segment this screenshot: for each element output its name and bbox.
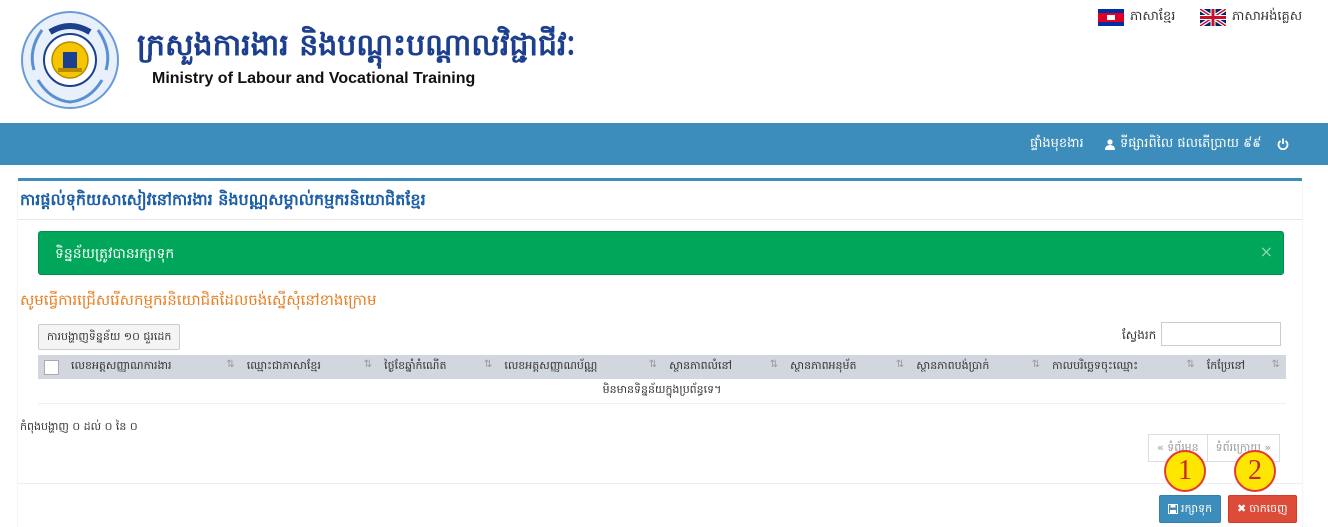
- ministry-logo: [21, 11, 119, 109]
- selection-instruction: សូមធ្វើការជ្រើសរើសកម្មករនិយោជិតដែលចង់ស្ន…: [20, 291, 377, 309]
- sort-icon: ⇅: [483, 359, 493, 370]
- save-button-label: រក្សាទុក: [1181, 502, 1213, 515]
- footer-divider: [18, 483, 1302, 484]
- cambodia-flag-icon: [1098, 9, 1124, 26]
- lang-switch-english[interactable]: ភាសាអង់គ្លេស: [1200, 8, 1302, 27]
- user-icon: [1105, 138, 1115, 150]
- column-header[interactable]: ស្ថានភាពបង់ប្រាក់ ⇅: [910, 355, 1047, 379]
- sort-icon: ⇅: [1271, 359, 1280, 370]
- employee-panel: ការផ្តល់ទុកិយសាសៀវនៅការងារ និងបណ្ណសម្គាល…: [18, 178, 1302, 527]
- site-title-kh: ក្រសួងការងារ និងបណ្តុះបណ្តាលវិជ្ជាជីវៈ: [137, 28, 576, 63]
- alert-close-icon[interactable]: ×: [1260, 242, 1273, 261]
- column-header[interactable]: លេខអត្តសញ្ញាណប័ណ្ណ ⇅: [498, 355, 664, 379]
- nav-user-label: ទីផ្សារពិលៃ ផលតើប្រាយ ៩៩: [1120, 136, 1262, 151]
- employee-table: លេខអត្តសញ្ញាណការងារ ⇅ ឈ្មោះជាភាសាខ្មែរ ⇅ ថ…: [38, 355, 1286, 404]
- sort-icon: ⇅: [363, 359, 373, 370]
- panel-title: ការផ្តល់ទុកិយសាសៀវនៅការងារ និងបណ្ណសម្គាល…: [20, 190, 426, 209]
- nav-dashboard-link[interactable]: ផ្ទាំងមុខងារ: [1030, 123, 1084, 165]
- floppy-icon: [1168, 504, 1178, 514]
- save-button[interactable]: រក្សាទុក: [1159, 495, 1222, 523]
- success-alert: ទិន្នន័យត្រូវបានរក្សាទុក ×: [38, 231, 1284, 275]
- logout-button[interactable]: [1277, 123, 1289, 165]
- power-icon: [1277, 138, 1289, 150]
- column-header[interactable]: កែប្រែនៅ ⇅: [1200, 355, 1286, 379]
- page-length-button[interactable]: ការបង្ហាញទិន្នន័យ ១០ ជួរដេក: [38, 324, 181, 350]
- uk-flag-icon: [1200, 9, 1226, 26]
- sort-icon: ⇅: [1186, 359, 1195, 370]
- search-label: ស្វែងរក: [1122, 328, 1157, 342]
- column-header[interactable]: ស្ថានភាពអនុម័ត ⇅: [784, 355, 911, 379]
- select-all-checkbox[interactable]: [44, 359, 59, 375]
- sort-icon: ⇅: [648, 359, 658, 370]
- sort-icon: ⇅: [769, 359, 779, 370]
- column-header[interactable]: ស្ថានភាពលំនៅ ⇅: [663, 355, 785, 379]
- exit-button[interactable]: ✖ ចាកចេញ: [1228, 495, 1297, 523]
- sort-icon: ⇅: [895, 359, 905, 370]
- lang-khmer-label: ភាសាខ្មែរ: [1130, 9, 1176, 24]
- site-title-en: Ministry of Labour and Vocational Traini…: [152, 70, 476, 87]
- empty-table-message: មិនមានទិន្នន័យក្នុងប្រព័ន្ធទេ។: [38, 379, 1286, 404]
- table-info: កំពុងបង្ហាញ ០ ដល់ ០ នៃ ០: [20, 420, 138, 433]
- top-navbar: ផ្ទាំងមុខងារ ទីផ្សារពិលៃ ផលតើប្រាយ ៩៩: [0, 123, 1328, 165]
- step-marker-1: 1: [1164, 450, 1206, 492]
- success-alert-text: ទិន្នន័យត្រូវបានរក្សាទុក: [55, 246, 175, 262]
- step-marker-2: 2: [1234, 450, 1276, 492]
- lang-english-label: ភាសាអង់គ្លេស: [1232, 9, 1303, 24]
- search-input[interactable]: [1161, 322, 1281, 346]
- lang-switch-khmer[interactable]: ភាសាខ្មែរ: [1098, 8, 1175, 27]
- close-icon: ✖: [1237, 502, 1247, 515]
- column-header[interactable]: ឈ្មោះជាភាសាខ្មែរ ⇅: [240, 355, 379, 379]
- site-header: ក្រសួងការងារ និងបណ្តុះបណ្តាលវិជ្ជាជីវៈ M…: [0, 0, 1328, 123]
- sort-icon: ⇅: [226, 359, 235, 370]
- sort-icon: ⇅: [1031, 359, 1041, 370]
- nav-user-menu[interactable]: ទីផ្សារពិលៃ ផលតើប្រាយ ៩៩: [1105, 123, 1262, 165]
- column-header[interactable]: កាលបរិច្ឆេទចុះឈ្មោះ ⇅: [1046, 355, 1201, 379]
- table-header-row: លេខអត្តសញ្ញាណការងារ ⇅ ឈ្មោះជាភាសាខ្មែរ ⇅ ថ…: [38, 355, 1286, 379]
- exit-button-label: ចាកចេញ: [1249, 502, 1288, 515]
- column-header[interactable]: លេខអត្តសញ្ញាណការងារ ⇅: [65, 355, 241, 379]
- column-header[interactable]: ថ្ងៃខែឆ្នាំកំណើត ⇅: [378, 355, 499, 379]
- panel-divider: [18, 219, 1302, 220]
- select-all-header[interactable]: [38, 355, 65, 379]
- table-row: មិនមានទិន្នន័យក្នុងប្រព័ន្ធទេ។: [38, 379, 1286, 404]
